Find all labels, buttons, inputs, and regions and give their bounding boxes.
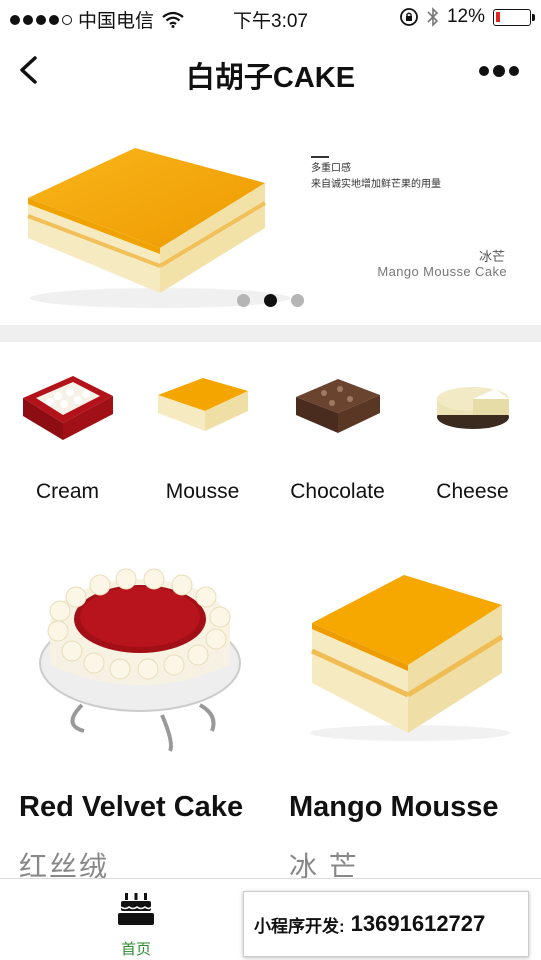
mango-mousse-banner-image — [27, 148, 290, 308]
banner-name-cn: 冰芒 — [478, 249, 505, 264]
product-name: Mango Mousse — [289, 791, 499, 823]
category-chocolate[interactable]: Chocolate — [270, 366, 405, 504]
category-label: Chocolate — [290, 480, 385, 503]
category-label: Cream — [35, 480, 99, 503]
category-label: Mousse — [165, 480, 240, 503]
cake-icon — [118, 893, 154, 925]
rotation-lock-icon — [400, 8, 418, 26]
red-velvet-cake-image — [39, 568, 241, 752]
banner-carousel[interactable]: 多重口感 来自诚实地增加鲜芒果的用量 冰芒 Mango Mousse Cake — [0, 108, 541, 325]
category-mousse[interactable]: Mousse — [135, 366, 270, 504]
mousse-cake-thumbnail — [157, 378, 248, 431]
banner-tagline-2: 来自诚实地增加鲜芒果的用量 — [311, 179, 441, 190]
cheesecake-thumbnail — [436, 387, 509, 429]
status-bar: 中国电信 下午3:07 12% — [0, 0, 541, 36]
pager-dot[interactable] — [291, 294, 304, 307]
battery-icon — [493, 8, 535, 26]
promo-phone: 13691612727 — [350, 911, 486, 936]
chocolate-cake-thumbnail — [295, 379, 380, 433]
more-options-icon[interactable] — [479, 65, 519, 77]
tab-home-label: 首页 — [120, 941, 151, 958]
product-card-mango-mousse[interactable]: Mango Mousse 冰 芒 — [270, 555, 540, 882]
mango-mousse-cake-image — [310, 575, 510, 741]
pager-dot[interactable] — [237, 294, 250, 307]
carousel-pager — [0, 294, 541, 307]
pager-dot-active[interactable] — [264, 294, 277, 307]
bluetooth-icon — [427, 7, 439, 27]
banner-name-en: Mango Mousse Cake — [377, 264, 507, 279]
page-title: 白胡子CAKE — [185, 62, 356, 94]
battery-percent: 12% — [446, 6, 485, 27]
category-cheese[interactable]: Cheese — [405, 366, 540, 504]
product-card-red-velvet[interactable]: Red Velvet Cake 红丝绒 — [0, 555, 270, 882]
cream-cake-thumbnail — [22, 376, 113, 440]
category-row: Cream Mousse Chocolate Cheese — [0, 342, 541, 512]
category-label: Cheese — [436, 480, 509, 503]
promo-label: 小程序开发: — [254, 916, 345, 936]
category-cream[interactable]: Cream — [0, 366, 135, 504]
banner-caption: 多重口感 来自诚实地增加鲜芒果的用量 — [311, 156, 441, 193]
tab-bar: 首页 小程序开发: 13691612727 — [0, 878, 541, 960]
banner-tagline-1: 多重口感 — [311, 163, 351, 174]
product-name: Red Velvet Cake — [19, 791, 244, 823]
section-divider — [0, 325, 541, 342]
navigation-bar: 白胡子CAKE — [0, 36, 541, 108]
status-right: 12% — [399, 6, 535, 28]
tab-home[interactable]: 首页 — [94, 891, 178, 959]
developer-contact-banner: 小程序开发: 13691612727 — [243, 891, 529, 957]
